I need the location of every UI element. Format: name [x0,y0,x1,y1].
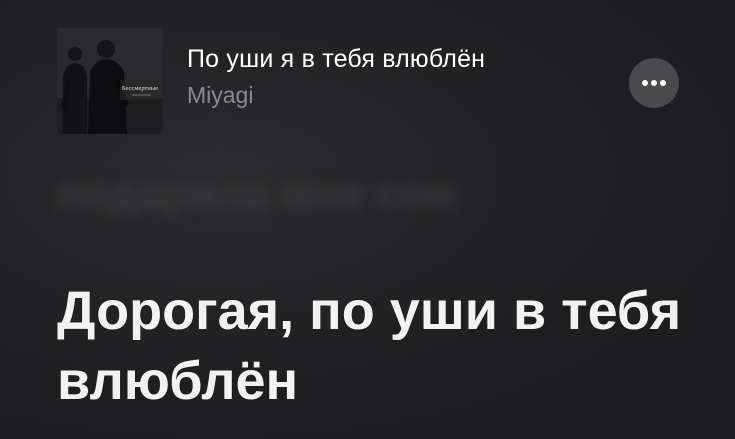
more-horizontal-icon [642,80,666,86]
more-options-button[interactable] [629,58,679,108]
lyric-line-current[interactable]: Дорогая, по уши в тебя влюблён [57,276,697,416]
artwork-title: Бессмертные [122,85,158,92]
track-title: По уши я в тебя влюблён [187,45,486,73]
now-playing-header: Бессмертные По уши я в тебя влюблён Miya… [57,28,679,134]
album-artwork[interactable]: Бессмертные [57,28,163,134]
artwork-image: Бессмертные [57,28,163,134]
track-info: По уши я в тебя влюблён Miyagi [187,44,485,110]
lyric-line-previous[interactable]: подарила мне сон [57,166,455,222]
track-artist[interactable]: Miyagi [187,80,485,110]
